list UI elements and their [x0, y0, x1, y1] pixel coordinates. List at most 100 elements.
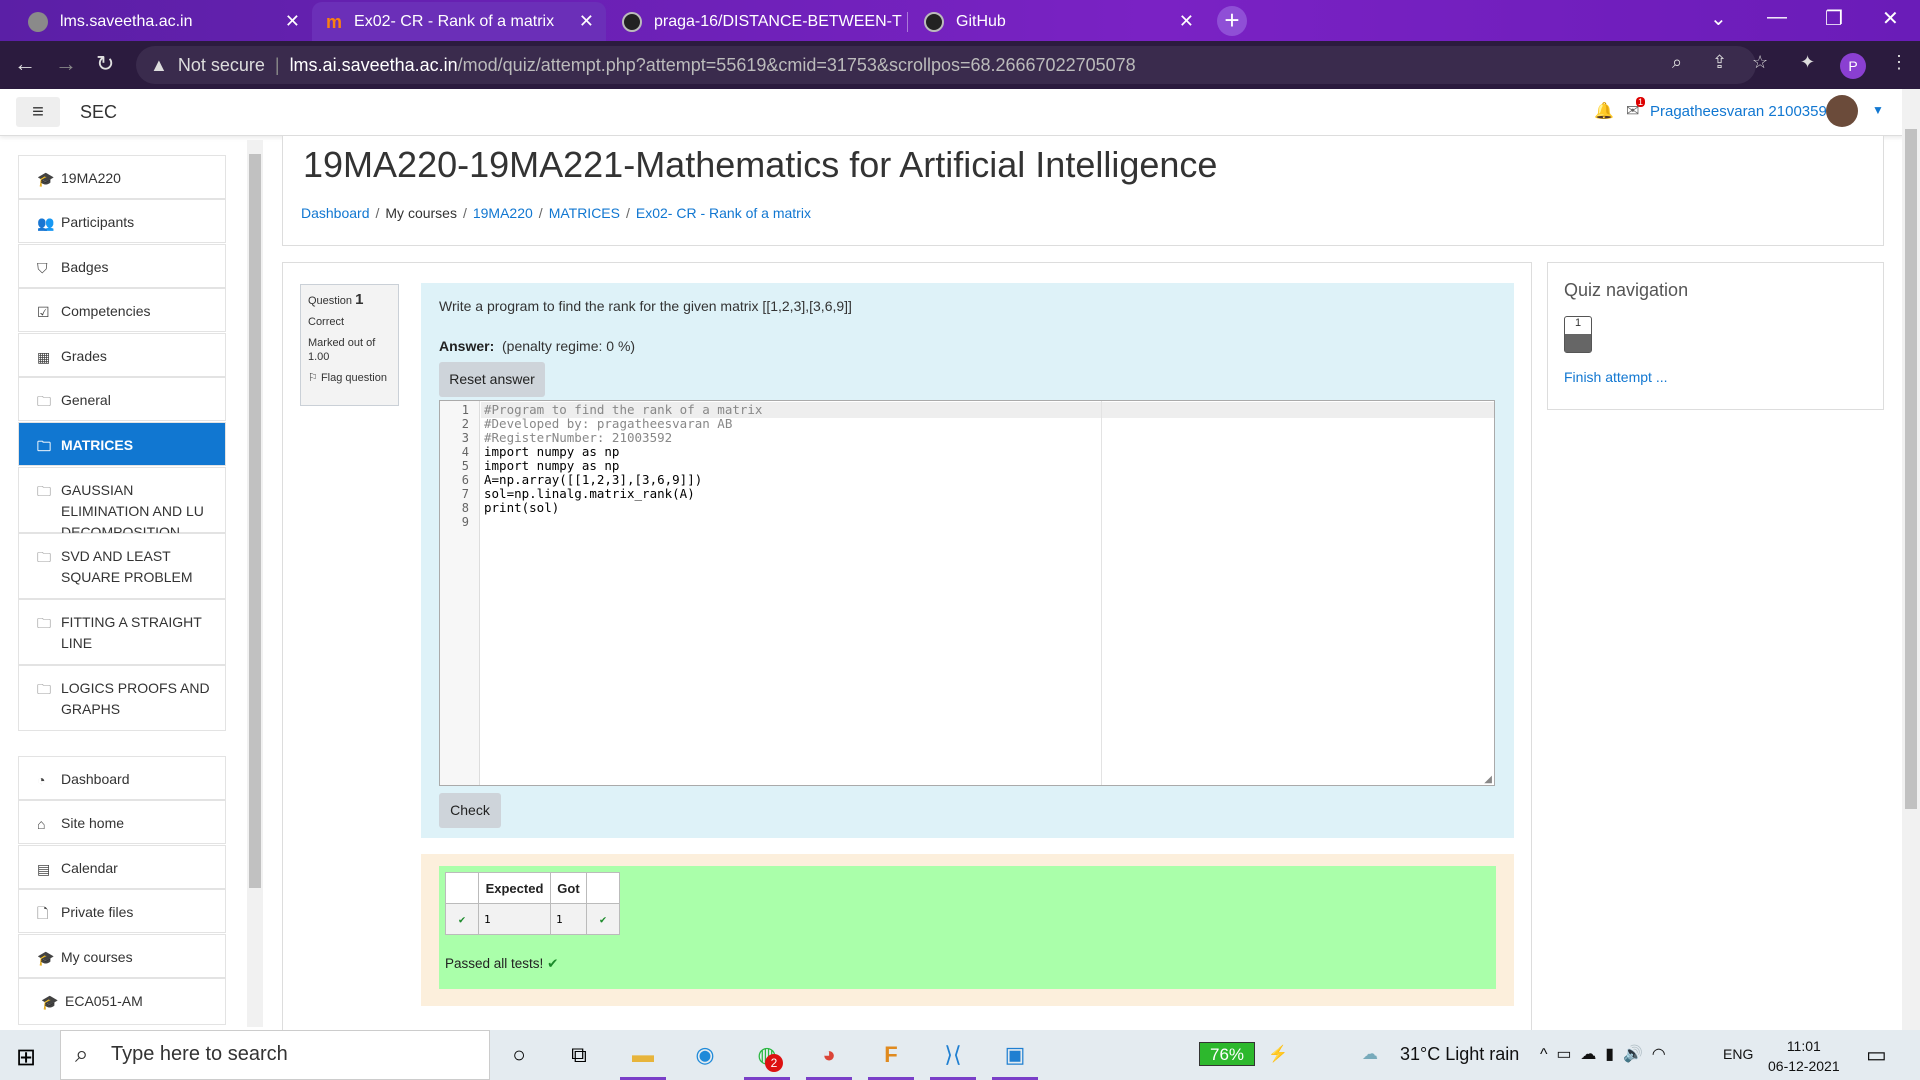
file-icon: 🗋 — [37, 905, 49, 921]
finish-attempt-link[interactable]: Finish attempt ... — [1564, 369, 1667, 385]
language-indicator[interactable]: ENG — [1723, 1046, 1753, 1062]
user-menu-caret-icon[interactable]: ▼ — [1872, 103, 1884, 117]
sidebar-item-dashboard[interactable]: ◔ Dashboard — [18, 756, 226, 800]
zoom-icon[interactable]: ⌕ — [1672, 52, 1682, 73]
question-state: Correct — [308, 316, 345, 328]
back-icon[interactable]: ← — [14, 51, 36, 77]
folder-icon: 🗀 — [37, 615, 51, 631]
got-cell: 1 — [550, 903, 587, 935]
flag-label: Flag question — [320, 372, 387, 384]
sidebar-item-site-home[interactable]: ⌂ Site home — [18, 800, 226, 844]
tab-github-repo[interactable]: praga-16/DISTANCE-BETWEEN-T — [608, 2, 908, 41]
breadcrumb-dashboard[interactable]: Dashboard — [301, 205, 370, 221]
clock[interactable]: 11:01 06-12-2021 — [1768, 1036, 1840, 1076]
sidebar-item-logics[interactable]: 🗀 LOGICS PROOFS AND GRAPHS — [18, 665, 226, 731]
breadcrumb-course[interactable]: 19MA220 — [473, 205, 533, 221]
windows-start-icon[interactable]: ⊞ — [16, 1043, 36, 1072]
site-name[interactable]: SEC — [80, 102, 117, 123]
line-number: 8 — [461, 501, 469, 515]
notification-center-icon[interactable]: ▭ — [1866, 1042, 1887, 1068]
folder-icon: 🗀 — [37, 393, 51, 409]
clock-date: 06-12-2021 — [1768, 1058, 1840, 1074]
sidebar-item-matrices[interactable]: 🗀 MATRICES — [18, 422, 226, 466]
reload-icon[interactable]: ↻ — [96, 51, 114, 77]
tab-github[interactable]: GitHub ✕ — [910, 2, 1206, 41]
battery-indicator[interactable]: 76% — [1199, 1042, 1255, 1066]
table-icon: ▦ — [37, 349, 51, 365]
extensions-icon[interactable]: ✦ — [1800, 52, 1815, 73]
flag-question-link[interactable]: ⚐ Flag question — [308, 371, 391, 385]
sidebar-scrollbar[interactable] — [247, 140, 263, 1027]
code-comment: #RegisterNumber: 21003592 — [484, 430, 673, 445]
drawer-toggle-button[interactable]: ≡ — [16, 97, 60, 127]
tab-quiz[interactable]: m Ex02- CR - Rank of a matrix ✕ — [312, 2, 606, 41]
breadcrumb-section[interactable]: MATRICES — [549, 205, 620, 221]
tab-search-icon[interactable]: ⌄ — [1710, 6, 1727, 31]
bell-icon[interactable]: 🔔 — [1594, 101, 1614, 121]
breadcrumb: Dashboard / My courses / 19MA220 / MATRICES / Ex… — [301, 205, 811, 221]
share-icon[interactable]: ⇪ — [1712, 52, 1727, 73]
security-label: Not secure — [177, 54, 265, 75]
question-nav-button[interactable]: 1 — [1564, 316, 1592, 353]
user-avatar[interactable] — [1826, 95, 1858, 127]
resize-handle-icon[interactable]: ◢ — [1484, 774, 1492, 785]
system-tray[interactable]: ^ ▭ ☁ ▮ 🔊 ◠ — [1540, 1044, 1666, 1064]
minimize-icon[interactable]: — — [1767, 6, 1787, 29]
tab-title: praga-16/DISTANCE-BETWEEN-T — [654, 12, 902, 30]
url-bar[interactable]: ▲ Not secure | lms.ai.saveetha.ac.in /mo… — [136, 46, 1756, 84]
sidebar-scroll-thumb[interactable] — [249, 154, 261, 888]
breadcrumb-activity[interactable]: Ex02- CR - Rank of a matrix — [636, 205, 811, 221]
sidebar-item-badges[interactable]: ⛉ Badges — [18, 244, 226, 288]
weather-text[interactable]: 31°C Light rain — [1400, 1044, 1519, 1065]
file-explorer-icon[interactable]: ▬ — [620, 1038, 666, 1080]
sidebar-item-competencies[interactable]: ☑ Competencies — [18, 288, 226, 332]
sidebar-item-grades[interactable]: ▦ Grades — [18, 333, 226, 377]
cortana-icon[interactable]: ○ — [502, 1038, 536, 1072]
menu-icon[interactable]: ⋮ — [1890, 52, 1908, 73]
close-tab-icon[interactable]: ✕ — [285, 11, 300, 32]
sidebar-item-gaussian[interactable]: 🗀 GAUSSIAN ELIMINATION AND LU DECOMPOSITI… — [18, 467, 226, 540]
close-tab-icon[interactable]: ✕ — [579, 11, 594, 32]
passed-text: Passed all tests! — [445, 956, 544, 971]
user-name[interactable]: Pragatheesvaran 21003592 — [1650, 103, 1835, 120]
close-window-icon[interactable]: ✕ — [1882, 6, 1899, 31]
line-number: 9 — [461, 515, 469, 529]
page-scrollbar[interactable] — [1902, 89, 1920, 1030]
forward-icon[interactable]: → — [55, 51, 77, 77]
sidebar-item-label: LOGICS PROOFS AND GRAPHS — [61, 680, 210, 717]
restore-icon[interactable]: ❐ — [1825, 6, 1843, 31]
sidebar-item-svd[interactable]: 🗀 SVD AND LEAST SQUARE PROBLEM — [18, 533, 226, 599]
tab-lms[interactable]: lms.saveetha.ac.in ✕ — [14, 2, 312, 41]
sidebar-item-private-files[interactable]: 🗋 Private files — [18, 889, 226, 933]
new-tab-button[interactable]: + — [1217, 6, 1247, 36]
check-button[interactable]: Check — [439, 793, 501, 828]
breadcrumb-my-courses: My courses — [385, 205, 457, 221]
home-icon: ⌂ — [37, 816, 46, 832]
sidebar-item-general[interactable]: 🗀 General — [18, 377, 226, 421]
folder-icon: 🗀 — [37, 549, 51, 565]
vscode-icon[interactable]: ⟩⟨ — [930, 1038, 976, 1080]
notification-badge: 1 — [1636, 97, 1646, 107]
sidebar-item-label: SVD AND LEAST SQUARE PROBLEM — [61, 548, 193, 585]
taskbar-search-box[interactable]: ⌕ Type here to search — [60, 1030, 490, 1080]
edge-icon[interactable]: ◉ — [688, 1038, 722, 1072]
profile-avatar[interactable]: P — [1840, 53, 1866, 79]
sidebar-item-19ma220[interactable]: 🎓 19MA220 — [18, 155, 226, 199]
reset-answer-button[interactable]: Reset answer — [439, 362, 545, 397]
sidebar-item-label: Badges — [61, 259, 109, 275]
sidebar-item-fitting[interactable]: 🗀 FITTING A STRAIGHT LINE — [18, 599, 226, 665]
page-scroll-thumb[interactable] — [1905, 129, 1917, 809]
browser-tab-bar: lms.saveetha.ac.in ✕ m Ex02- CR - Rank o… — [0, 0, 1920, 41]
f-app-icon[interactable]: F — [868, 1038, 914, 1080]
window-app-icon[interactable]: ▣ — [992, 1038, 1038, 1080]
task-view-icon[interactable]: ⧉ — [562, 1038, 596, 1072]
sidebar-item-eca051[interactable]: 🎓 ECA051-AM — [18, 978, 226, 1025]
chrome-icon[interactable]: ◕ — [806, 1038, 852, 1080]
sidebar-item-participants[interactable]: 👥 Participants — [18, 199, 226, 243]
sidebar-item-my-courses[interactable]: 🎓 My courses — [18, 934, 226, 978]
sidebar-item-calendar[interactable]: ▤ Calendar — [18, 845, 226, 889]
url-host: lms.ai.saveetha.ac.in — [289, 54, 458, 75]
bookmark-star-icon[interactable]: ☆ — [1752, 52, 1768, 73]
close-tab-icon[interactable]: ✕ — [1179, 11, 1194, 32]
code-editor[interactable]: 1 2 3 4 5 6 7 8 9 #Program to find the r… — [439, 400, 1495, 786]
